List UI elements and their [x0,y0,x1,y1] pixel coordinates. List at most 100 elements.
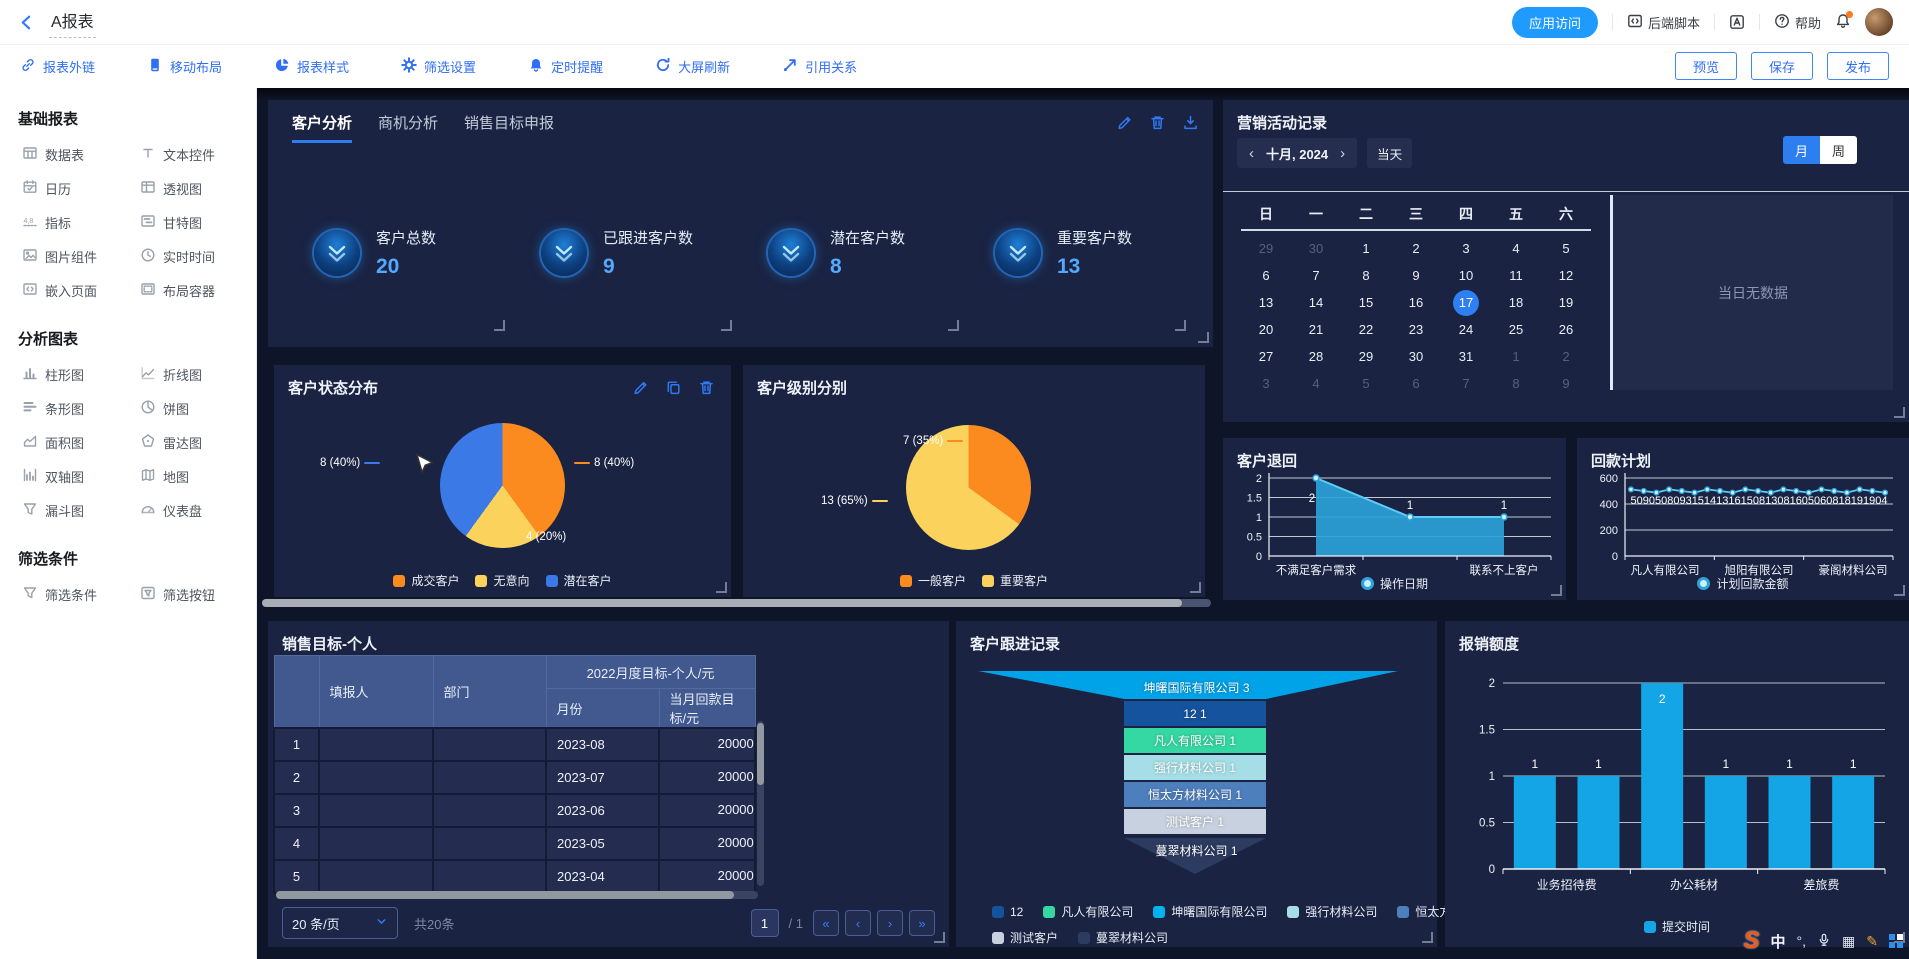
delete-icon[interactable] [698,379,715,396]
back-icon[interactable] [18,14,35,31]
table-row[interactable]: 22023-07200000 [274,761,755,794]
funnel-step[interactable]: 测试客户 1 [1124,809,1266,834]
funnel-panel[interactable]: 客户跟进记录 坤曙国际有限公司 312 1凡人有限公司 1强行材料公司 1恒太方… [956,621,1437,947]
sidebar-item-折线图[interactable]: 折线图 [140,365,257,384]
kpi-card-已跟进客户数[interactable]: 已跟进客户数9 [509,170,736,335]
kpi-card-潜在客户数[interactable]: 潜在客户数8 [736,170,963,335]
page-size-select[interactable]: 20 条/页 [282,907,398,939]
table-row[interactable]: 42023-05200000 [274,827,755,860]
legend-item-成交客户[interactable]: 成交客户 [393,572,459,589]
scrollbar-thumb[interactable] [757,723,764,785]
skin-icon[interactable]: ✎ [1866,933,1878,950]
canvas-horizontal-scrollbar[interactable] [262,599,1211,607]
scrollbar-thumb[interactable] [276,891,734,899]
calendar-day[interactable]: 10 [1441,262,1491,289]
toolbar-item-定时提醒[interactable]: 定时提醒 [528,57,603,76]
calendar-day[interactable]: 11 [1491,262,1541,289]
calendar-day[interactable]: 1 [1341,235,1391,262]
calendar-day[interactable]: 7 [1441,370,1491,397]
keyboard-icon[interactable]: ▦ [1842,933,1855,950]
calendar-day[interactable]: 2 [1541,343,1591,370]
current-page[interactable]: 1 [751,909,779,937]
download-icon[interactable] [1182,114,1199,131]
prev-page-button[interactable]: ‹ [845,910,871,936]
pie-chart[interactable] [440,423,565,548]
calendar-day[interactable]: 6 [1391,370,1441,397]
backend-script-button[interactable]: 后端脚本 [1627,13,1700,32]
prev-month-icon[interactable]: ‹ [1249,145,1254,162]
calendar-day[interactable]: 4 [1491,235,1541,262]
sidebar-item-文本控件[interactable]: 文本控件 [140,145,257,164]
legend-item[interactable]: 操作日期 [1361,575,1428,592]
edit-icon[interactable] [1116,114,1133,131]
last-page-button[interactable]: » [909,910,935,936]
next-month-icon[interactable]: › [1340,145,1345,162]
calendar-day[interactable]: 15 [1341,289,1391,316]
calendar-day[interactable]: 9 [1391,262,1441,289]
edit-icon[interactable] [632,379,649,396]
sogou-logo-icon[interactable]: S [1744,927,1760,955]
calendar-day[interactable]: 23 [1391,316,1441,343]
save-button[interactable]: 保存 [1751,52,1813,80]
calendar-day[interactable]: 8 [1341,262,1391,289]
copy-icon[interactable] [665,379,682,396]
sidebar-item-饼图[interactable]: 饼图 [140,399,257,418]
delete-icon[interactable] [1149,114,1166,131]
toolbar-item-筛选设置[interactable]: 筛选设置 [401,57,476,76]
calendar-day[interactable]: 27 [1241,343,1291,370]
today-button[interactable]: 当天 [1367,138,1412,168]
legend-item-重要客户[interactable]: 重要客户 [982,572,1048,589]
table-vertical-scrollbar[interactable] [757,721,764,886]
next-page-button[interactable]: › [877,910,903,936]
legend-item-无意向[interactable]: 无意向 [475,572,529,589]
sidebar-item-柱形图[interactable]: 柱形图 [22,365,140,384]
pie-panel-customer-status[interactable]: 客户状态分布 8 (40%)8 (40%)4 (20%)成交客户无意向潜在客户 [274,365,731,597]
legend-item-一般客户[interactable]: 一般客户 [900,572,966,589]
calendar-day[interactable]: 8 [1491,370,1541,397]
sidebar-item-透视图[interactable]: 透视图 [140,179,257,198]
scrollbar-thumb[interactable] [262,599,1182,607]
funnel-step[interactable]: 恒太方材料公司 1 [1124,782,1266,807]
calendar-day[interactable]: 19 [1541,289,1591,316]
calendar-day[interactable]: 14 [1291,289,1341,316]
first-page-button[interactable]: « [813,910,839,936]
bar-chart-panel[interactable]: 报销额度 21.510.50112111业务招待费办公耗材差旅费 提交时间 [1445,621,1909,947]
calendar-day[interactable]: 1 [1491,343,1541,370]
legend-item[interactable]: 提交时间 [1644,918,1710,935]
toggle-month[interactable]: 月 [1783,136,1820,164]
calendar-day[interactable]: 12 [1541,262,1591,289]
kpi-card-重要客户数[interactable]: 重要客户数13 [963,170,1190,335]
sidebar-item-地图[interactable]: 地图 [140,467,257,486]
sidebar-item-布局容器[interactable]: 布局容器 [140,281,257,300]
table-row[interactable]: 32023-06200000 [274,794,755,827]
sidebar-item-条形图[interactable]: 条形图 [22,399,140,418]
sidebar-item-仪表盘[interactable]: 仪表盘 [140,501,257,520]
area-chart-panel[interactable]: 客户退回 21.510.50211不满足客户需求联系不上客户 操作日期 [1223,438,1566,600]
notification-bell-icon[interactable] [1835,13,1851,32]
sales-target-panel[interactable]: 销售目标-个人 填报人部门2022月度目标-个人/元月份当月回款目标/元1202… [268,621,949,947]
calendar-day[interactable]: 3 [1241,370,1291,397]
sidebar-item-实时时间[interactable]: 实时时间 [140,247,257,266]
calendar-day[interactable]: 4 [1291,370,1341,397]
legend-item-凡人有限公司[interactable]: 凡人有限公司 [1043,903,1133,920]
funnel-step[interactable]: 凡人有限公司 1 [1124,728,1266,753]
calendar-day[interactable]: 30 [1291,235,1341,262]
table-row[interactable]: 52023-04200000 [274,860,755,893]
calendar-day[interactable]: 22 [1341,316,1391,343]
tab-商机分析[interactable]: 商机分析 [378,112,438,143]
toolbar-item-报表样式[interactable]: 报表样式 [274,57,349,76]
calendar-panel[interactable]: 营销活动记录 ‹ 十月, 2024 › 当天 月 周 日一二三四五六293012… [1223,100,1909,422]
publish-button[interactable]: 发布 [1827,52,1889,80]
ime-punct-toggle[interactable]: °, [1797,933,1807,949]
sidebar-item-双轴图[interactable]: 双轴图 [22,467,140,486]
sidebar-item-数据表[interactable]: 数据表 [22,145,140,164]
line-chart-panel[interactable]: 回款计划 60040020005090508093151413161508130… [1577,438,1909,600]
calendar-day[interactable]: 7 [1291,262,1341,289]
calendar-day[interactable]: 6 [1241,262,1291,289]
sidebar-item-筛选条件[interactable]: 筛选条件 [22,585,140,604]
sidebar-item-筛选按钮[interactable]: 筛选按钮 [140,585,257,604]
table-row[interactable]: 12023-08200000 [274,728,755,761]
legend-item[interactable]: 计划回款金额 [1697,575,1788,592]
sidebar-item-面积图[interactable]: 面积图 [22,433,140,452]
funnel-step[interactable]: 强行材料公司 1 [1124,755,1266,780]
